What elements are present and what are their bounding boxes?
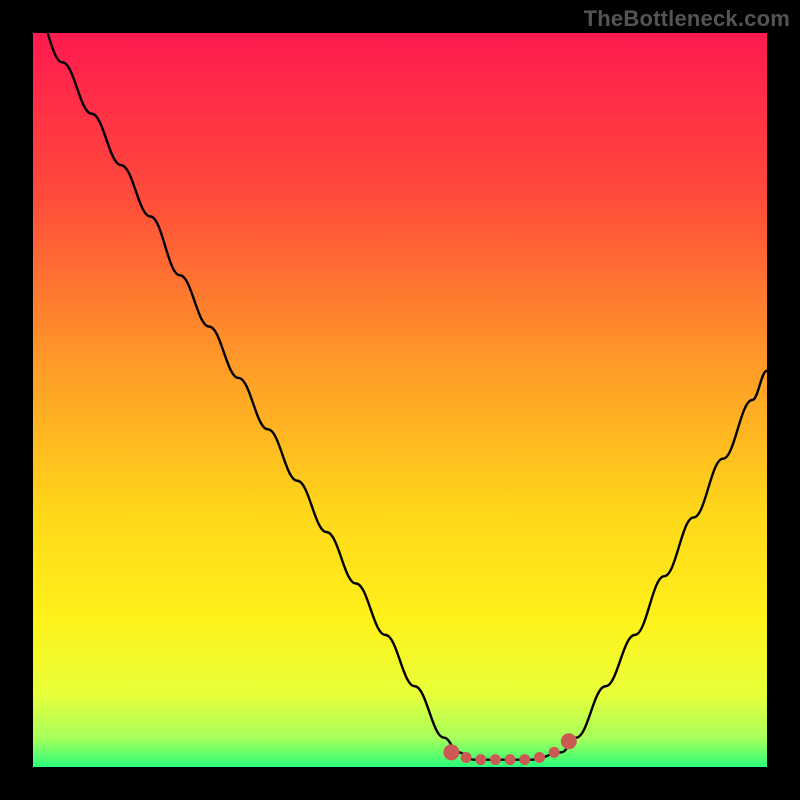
plot-area xyxy=(33,33,767,767)
optimal-marker-dot xyxy=(475,754,486,765)
optimal-marker-dot xyxy=(461,752,472,763)
optimal-marker-dot xyxy=(519,754,530,765)
optimal-marker-dot xyxy=(443,744,459,760)
optimal-marker-dot xyxy=(505,754,516,765)
optimal-marker-dot xyxy=(534,752,545,763)
watermark-label: TheBottleneck.com xyxy=(584,6,790,32)
optimal-marker-dot xyxy=(490,754,501,765)
optimal-marker-dot xyxy=(549,747,560,758)
chart-svg xyxy=(33,33,767,767)
gradient-background xyxy=(33,33,767,767)
chart-frame: TheBottleneck.com xyxy=(0,0,800,800)
optimal-marker-dot xyxy=(561,733,577,749)
